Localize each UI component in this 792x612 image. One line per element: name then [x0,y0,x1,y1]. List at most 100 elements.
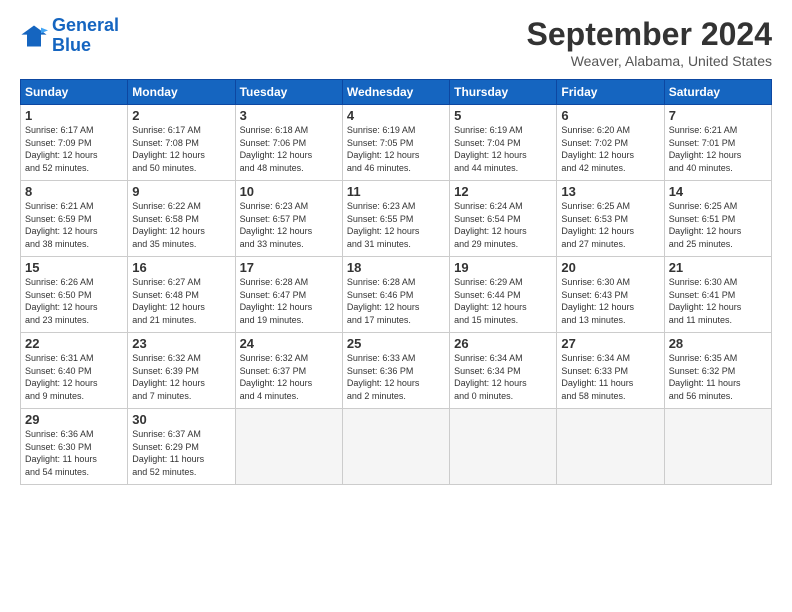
day-number: 13 [561,184,659,199]
calendar-cell: 20Sunrise: 6:30 AM Sunset: 6:43 PM Dayli… [557,257,664,333]
day-number: 20 [561,260,659,275]
calendar-cell: 3Sunrise: 6:18 AM Sunset: 7:06 PM Daylig… [235,105,342,181]
calendar-cell: 6Sunrise: 6:20 AM Sunset: 7:02 PM Daylig… [557,105,664,181]
day-info: Sunrise: 6:20 AM Sunset: 7:02 PM Dayligh… [561,124,659,174]
day-number: 5 [454,108,552,123]
calendar-cell: 13Sunrise: 6:25 AM Sunset: 6:53 PM Dayli… [557,181,664,257]
calendar-table: SundayMondayTuesdayWednesdayThursdayFrid… [20,79,772,485]
day-info: Sunrise: 6:34 AM Sunset: 6:34 PM Dayligh… [454,352,552,402]
day-number: 9 [132,184,230,199]
calendar-cell: 27Sunrise: 6:34 AM Sunset: 6:33 PM Dayli… [557,333,664,409]
day-number: 19 [454,260,552,275]
day-info: Sunrise: 6:33 AM Sunset: 6:36 PM Dayligh… [347,352,445,402]
day-number: 2 [132,108,230,123]
day-info: Sunrise: 6:25 AM Sunset: 6:51 PM Dayligh… [669,200,767,250]
calendar-cell: 16Sunrise: 6:27 AM Sunset: 6:48 PM Dayli… [128,257,235,333]
calendar-cell: 8Sunrise: 6:21 AM Sunset: 6:59 PM Daylig… [21,181,128,257]
calendar-cell: 28Sunrise: 6:35 AM Sunset: 6:32 PM Dayli… [664,333,771,409]
calendar-cell [450,409,557,485]
day-info: Sunrise: 6:17 AM Sunset: 7:08 PM Dayligh… [132,124,230,174]
day-info: Sunrise: 6:34 AM Sunset: 6:33 PM Dayligh… [561,352,659,402]
day-info: Sunrise: 6:36 AM Sunset: 6:30 PM Dayligh… [25,428,123,478]
day-number: 22 [25,336,123,351]
calendar-cell: 10Sunrise: 6:23 AM Sunset: 6:57 PM Dayli… [235,181,342,257]
day-number: 10 [240,184,338,199]
day-info: Sunrise: 6:32 AM Sunset: 6:39 PM Dayligh… [132,352,230,402]
day-number: 27 [561,336,659,351]
week-row-3: 15Sunrise: 6:26 AM Sunset: 6:50 PM Dayli… [21,257,772,333]
day-info: Sunrise: 6:23 AM Sunset: 6:55 PM Dayligh… [347,200,445,250]
calendar-cell: 1Sunrise: 6:17 AM Sunset: 7:09 PM Daylig… [21,105,128,181]
calendar-cell: 29Sunrise: 6:36 AM Sunset: 6:30 PM Dayli… [21,409,128,485]
day-info: Sunrise: 6:28 AM Sunset: 6:47 PM Dayligh… [240,276,338,326]
logo-text: General Blue [52,16,119,56]
header: General Blue September 2024 Weaver, Alab… [20,16,772,69]
calendar-cell: 4Sunrise: 6:19 AM Sunset: 7:05 PM Daylig… [342,105,449,181]
logo-icon [20,22,48,50]
page: General Blue September 2024 Weaver, Alab… [0,0,792,612]
calendar-header: SundayMondayTuesdayWednesdayThursdayFrid… [21,80,772,105]
day-info: Sunrise: 6:19 AM Sunset: 7:04 PM Dayligh… [454,124,552,174]
day-info: Sunrise: 6:22 AM Sunset: 6:58 PM Dayligh… [132,200,230,250]
day-info: Sunrise: 6:21 AM Sunset: 7:01 PM Dayligh… [669,124,767,174]
calendar-cell: 24Sunrise: 6:32 AM Sunset: 6:37 PM Dayli… [235,333,342,409]
day-info: Sunrise: 6:31 AM Sunset: 6:40 PM Dayligh… [25,352,123,402]
day-info: Sunrise: 6:35 AM Sunset: 6:32 PM Dayligh… [669,352,767,402]
calendar-cell: 11Sunrise: 6:23 AM Sunset: 6:55 PM Dayli… [342,181,449,257]
calendar-cell: 15Sunrise: 6:26 AM Sunset: 6:50 PM Dayli… [21,257,128,333]
calendar-cell: 18Sunrise: 6:28 AM Sunset: 6:46 PM Dayli… [342,257,449,333]
day-info: Sunrise: 6:25 AM Sunset: 6:53 PM Dayligh… [561,200,659,250]
week-row-4: 22Sunrise: 6:31 AM Sunset: 6:40 PM Dayli… [21,333,772,409]
calendar-cell: 14Sunrise: 6:25 AM Sunset: 6:51 PM Dayli… [664,181,771,257]
day-number: 21 [669,260,767,275]
day-number: 23 [132,336,230,351]
day-number: 29 [25,412,123,427]
day-info: Sunrise: 6:28 AM Sunset: 6:46 PM Dayligh… [347,276,445,326]
day-number: 11 [347,184,445,199]
calendar-cell: 9Sunrise: 6:22 AM Sunset: 6:58 PM Daylig… [128,181,235,257]
day-info: Sunrise: 6:21 AM Sunset: 6:59 PM Dayligh… [25,200,123,250]
header-day-sunday: Sunday [21,80,128,105]
calendar-body: 1Sunrise: 6:17 AM Sunset: 7:09 PM Daylig… [21,105,772,485]
header-day-wednesday: Wednesday [342,80,449,105]
day-number: 30 [132,412,230,427]
calendar-cell: 12Sunrise: 6:24 AM Sunset: 6:54 PM Dayli… [450,181,557,257]
day-number: 14 [669,184,767,199]
calendar-cell [664,409,771,485]
day-number: 18 [347,260,445,275]
calendar-cell: 30Sunrise: 6:37 AM Sunset: 6:29 PM Dayli… [128,409,235,485]
header-day-friday: Friday [557,80,664,105]
header-day-tuesday: Tuesday [235,80,342,105]
day-number: 7 [669,108,767,123]
day-number: 24 [240,336,338,351]
day-number: 4 [347,108,445,123]
location: Weaver, Alabama, United States [527,53,772,69]
header-day-monday: Monday [128,80,235,105]
day-info: Sunrise: 6:29 AM Sunset: 6:44 PM Dayligh… [454,276,552,326]
calendar-cell: 25Sunrise: 6:33 AM Sunset: 6:36 PM Dayli… [342,333,449,409]
header-day-thursday: Thursday [450,80,557,105]
calendar-cell: 17Sunrise: 6:28 AM Sunset: 6:47 PM Dayli… [235,257,342,333]
header-row: SundayMondayTuesdayWednesdayThursdayFrid… [21,80,772,105]
calendar-cell: 26Sunrise: 6:34 AM Sunset: 6:34 PM Dayli… [450,333,557,409]
day-number: 12 [454,184,552,199]
calendar-cell: 21Sunrise: 6:30 AM Sunset: 6:41 PM Dayli… [664,257,771,333]
day-number: 16 [132,260,230,275]
day-info: Sunrise: 6:19 AM Sunset: 7:05 PM Dayligh… [347,124,445,174]
calendar-cell: 7Sunrise: 6:21 AM Sunset: 7:01 PM Daylig… [664,105,771,181]
week-row-5: 29Sunrise: 6:36 AM Sunset: 6:30 PM Dayli… [21,409,772,485]
header-day-saturday: Saturday [664,80,771,105]
day-info: Sunrise: 6:26 AM Sunset: 6:50 PM Dayligh… [25,276,123,326]
calendar-cell [235,409,342,485]
calendar-cell [557,409,664,485]
day-number: 26 [454,336,552,351]
day-info: Sunrise: 6:30 AM Sunset: 6:43 PM Dayligh… [561,276,659,326]
day-info: Sunrise: 6:17 AM Sunset: 7:09 PM Dayligh… [25,124,123,174]
day-info: Sunrise: 6:23 AM Sunset: 6:57 PM Dayligh… [240,200,338,250]
logo: General Blue [20,16,119,56]
calendar-cell: 19Sunrise: 6:29 AM Sunset: 6:44 PM Dayli… [450,257,557,333]
day-number: 6 [561,108,659,123]
day-info: Sunrise: 6:30 AM Sunset: 6:41 PM Dayligh… [669,276,767,326]
day-info: Sunrise: 6:37 AM Sunset: 6:29 PM Dayligh… [132,428,230,478]
day-number: 3 [240,108,338,123]
